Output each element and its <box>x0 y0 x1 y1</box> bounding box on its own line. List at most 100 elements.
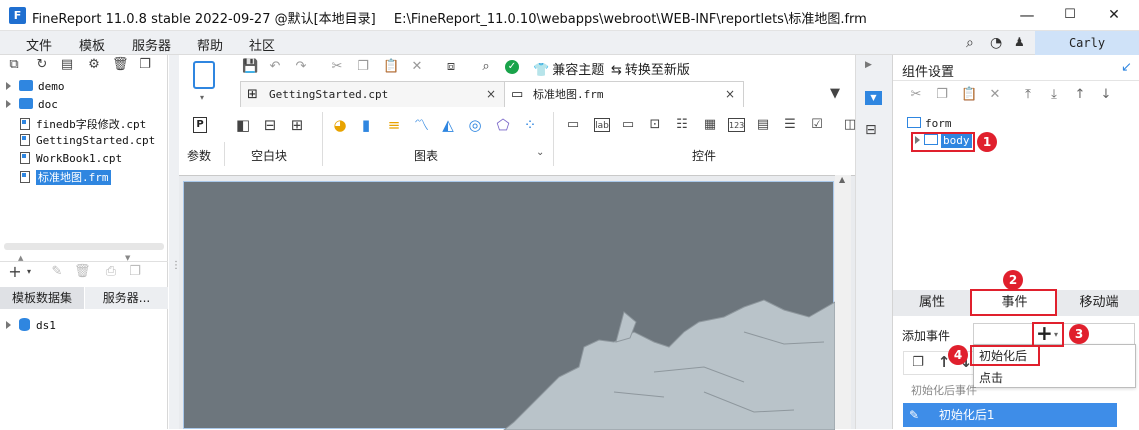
collapse-right-icon[interactable]: ▶ <box>865 60 872 70</box>
dataset-item-ds1[interactable]: ds1 <box>6 318 56 334</box>
line-chart-icon[interactable]: 〽 <box>414 118 429 133</box>
paste-icon[interactable]: 📋 <box>961 88 977 102</box>
absolute-layout-icon[interactable]: ◧ <box>236 118 250 133</box>
tree-file-finedb[interactable]: finedb字段修改.cpt <box>20 116 146 132</box>
date-widget-icon[interactable]: ▦ <box>703 118 717 132</box>
search-icon[interactable]: ⌕ <box>966 35 974 51</box>
button-widget-icon[interactable]: ▭ <box>566 118 580 132</box>
new-file-icon[interactable]: ⧉ <box>7 58 21 72</box>
tree-hscrollbar[interactable] <box>4 243 164 250</box>
copy-icon[interactable]: ❐ <box>356 60 370 74</box>
combo-widget-icon[interactable]: ⊡ <box>648 118 662 132</box>
close-button[interactable]: ✕ <box>1099 4 1129 26</box>
area-chart-icon[interactable]: ◭ <box>441 118 455 133</box>
tree-node-form[interactable]: form <box>907 117 952 130</box>
tab-server-datasets[interactable]: 服务器... <box>85 287 168 309</box>
template-icon[interactable]: ▤ <box>60 58 74 72</box>
component-settings-toggle-icon[interactable]: ▼ <box>865 91 882 105</box>
tree-file-workbook1[interactable]: WorkBook1.cpt <box>20 152 122 168</box>
checkbox-group-widget-icon[interactable]: ☑ <box>810 118 824 132</box>
maximize-button[interactable]: ☐ <box>1055 4 1085 26</box>
move-bottom-icon[interactable]: ⤓ <box>1047 88 1061 102</box>
refresh-icon[interactable]: ↻ <box>35 58 49 72</box>
radar-chart-icon[interactable]: ⬠ <box>496 118 510 133</box>
tab-template-datasets[interactable]: 模板数据集 <box>0 287 84 309</box>
cut-icon[interactable]: ✂ <box>909 88 923 102</box>
copy-dataset-icon[interactable]: ❐ <box>128 265 142 279</box>
theme-button[interactable]: 👕 兼容主题 <box>533 59 604 78</box>
horizontal-bar-chart-icon[interactable]: ≡ <box>387 118 401 133</box>
cut-icon[interactable]: ✂ <box>330 60 344 74</box>
menu-server[interactable]: 服务器 <box>132 35 171 54</box>
event-item-after-init[interactable]: ✎ 初始化后1 <box>903 403 1117 427</box>
paste-icon[interactable]: 📋 <box>383 60 399 74</box>
edit-event-icon[interactable]: ✎ <box>903 403 925 427</box>
map-widget[interactable] <box>183 181 835 430</box>
option-click[interactable]: 点击 <box>979 369 1003 386</box>
move-down-icon[interactable]: ↓ <box>1099 88 1113 102</box>
chart-group-expand-icon[interactable]: ⌄ <box>536 147 544 158</box>
form-design-icon[interactable] <box>193 61 215 89</box>
settings-icon[interactable]: ⚙ <box>87 58 101 72</box>
textarea-widget-icon[interactable]: ▤ <box>756 118 770 132</box>
help-icon[interactable]: ◔ <box>990 35 1002 51</box>
scatter-chart-icon[interactable]: ⁘ <box>523 118 537 133</box>
undo-icon[interactable]: ↶ <box>268 60 282 74</box>
user-account[interactable]: Carly <box>1035 31 1139 55</box>
expand-arrow-icon[interactable] <box>6 82 11 90</box>
minimize-button[interactable]: — <box>1012 4 1042 26</box>
left-splitter[interactable]: ⋮ <box>169 55 181 429</box>
menu-file[interactable]: 文件 <box>26 35 52 54</box>
copy-icon[interactable]: ❐ <box>935 88 949 102</box>
tab-mobile[interactable]: 移动端 <box>1058 290 1139 316</box>
radio-group-widget-icon[interactable]: ☰ <box>783 118 797 132</box>
label-widget-icon[interactable]: lab <box>594 118 610 132</box>
form-dropdown-icon[interactable]: ▾ <box>200 93 204 102</box>
delete-dataset-icon[interactable]: 🗑 <box>74 265 91 279</box>
tab-properties[interactable]: 属性 <box>893 290 971 316</box>
dropdown-arrow-icon[interactable]: ▾ <box>22 265 36 279</box>
edit-icon[interactable]: ✎ <box>50 265 64 279</box>
tab-standard-map[interactable]: ▭ 标准地图.frm × <box>504 81 744 107</box>
menu-help[interactable]: 帮助 <box>197 35 223 54</box>
tree-file-gettingstarted[interactable]: GettingStarted.cpt <box>20 134 155 150</box>
tab-list-icon[interactable]: ▼ <box>828 87 842 101</box>
text-field-widget-icon[interactable]: ▭ <box>621 118 635 132</box>
list-widget-icon[interactable]: ☷ <box>675 118 689 132</box>
close-tab-icon[interactable]: × <box>486 82 496 107</box>
expand-arrow-icon[interactable] <box>6 321 11 329</box>
pie-chart-icon[interactable]: ◕ <box>333 118 347 133</box>
delete-icon[interactable]: ✕ <box>410 60 424 74</box>
move-up-icon[interactable]: ↑ <box>1073 88 1087 102</box>
copy-icon[interactable]: ❐ <box>138 58 152 72</box>
move-top-icon[interactable]: ⤒ <box>1021 88 1035 102</box>
tree-folder-demo[interactable]: demo <box>6 80 65 96</box>
canvas-vscrollbar[interactable]: ▲ <box>835 175 851 429</box>
save-icon[interactable]: 💾 <box>242 60 258 74</box>
copy-event-icon[interactable]: ❐ <box>911 356 925 370</box>
preview-window-icon[interactable]: ⧈ <box>444 60 458 74</box>
menu-community[interactable]: 社区 <box>249 35 275 54</box>
delete-icon[interactable]: 🗑 <box>112 58 129 72</box>
delete-icon[interactable]: ✕ <box>988 88 1002 102</box>
gauge-chart-icon[interactable]: ◎ <box>468 118 482 133</box>
close-tab-icon[interactable]: × <box>725 82 735 107</box>
search-icon[interactable]: ⌕ <box>479 60 493 74</box>
preview-icon[interactable]: ⎙ <box>104 265 118 279</box>
bar-chart-icon[interactable]: ▮ <box>359 118 373 133</box>
redo-icon[interactable]: ↷ <box>294 60 308 74</box>
grid-layout-icon[interactable]: ⊞ <box>290 118 304 133</box>
check-icon[interactable]: ✓ <box>505 60 519 74</box>
layout-panel-icon[interactable]: ⊟ <box>865 122 877 138</box>
bell-icon[interactable]: ♟ <box>1014 35 1025 49</box>
menu-template[interactable]: 模板 <box>79 35 105 54</box>
tree-folder-doc[interactable]: doc <box>6 98 58 114</box>
tree-file-standard-map[interactable]: 标准地图.frm <box>20 169 111 185</box>
tab-gettingstarted[interactable]: ⊞ GettingStarted.cpt × <box>240 81 505 107</box>
parameter-icon[interactable]: P <box>193 117 207 133</box>
number-widget-icon[interactable]: 123 <box>728 118 745 132</box>
add-dataset-icon[interactable]: + <box>8 264 22 280</box>
split-layout-icon[interactable]: ⊟ <box>263 118 277 133</box>
convert-button[interactable]: ⇆ 转换至新版 <box>611 59 690 78</box>
edit-pane-icon[interactable]: ↙ <box>1121 60 1132 75</box>
